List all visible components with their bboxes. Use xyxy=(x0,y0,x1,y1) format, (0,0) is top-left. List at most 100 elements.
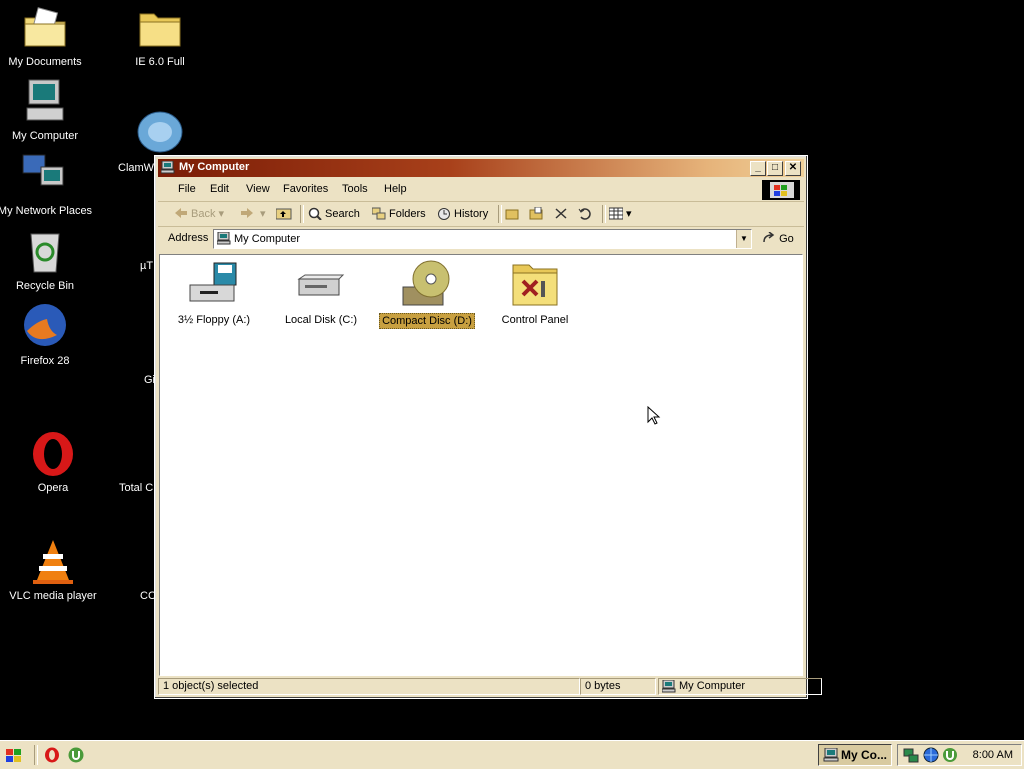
item-cd-drive[interactable]: Compact Disc (D:) xyxy=(377,259,477,329)
item-local-disk[interactable]: Local Disk (C:) xyxy=(271,259,371,327)
menu-edit[interactable]: Edit xyxy=(210,183,229,195)
history-button[interactable]: History xyxy=(437,207,488,220)
hard-disk-icon xyxy=(293,259,349,309)
go-button[interactable]: Go xyxy=(762,231,794,245)
desktop-icon-recycle-bin[interactable]: Recycle Bin xyxy=(0,228,93,292)
forward-button[interactable]: ▾ xyxy=(240,207,266,220)
address-bar: Address My Computer ▼ Go xyxy=(158,227,804,251)
search-button[interactable]: Search xyxy=(308,207,360,221)
menu-help[interactable]: Help xyxy=(384,183,407,195)
computer-icon xyxy=(21,78,69,126)
back-label: Back xyxy=(191,208,216,220)
tray-utorrent-icon[interactable] xyxy=(942,747,958,766)
delete-x-icon xyxy=(554,207,568,220)
menu-view[interactable]: View xyxy=(246,183,270,195)
status-selected: 1 object(s) selected xyxy=(158,678,580,695)
desktop-icon-label: VLC media player xyxy=(9,590,97,602)
back-button[interactable]: Back ▾ xyxy=(174,207,224,220)
window-title: My Computer xyxy=(179,161,250,173)
status-zone: My Computer xyxy=(658,678,822,695)
desktop-icon-label: Firefox 28 xyxy=(20,355,70,367)
up-folder-button[interactable] xyxy=(275,207,293,220)
undo-icon xyxy=(578,207,592,220)
status-bar: 1 object(s) selected 0 bytes My Computer xyxy=(158,676,822,695)
maximize-button[interactable]: □ xyxy=(767,161,783,176)
windows-flag-icon xyxy=(2,749,26,769)
quicklaunch-separator xyxy=(34,745,38,765)
computer-small-icon xyxy=(216,231,231,248)
address-field[interactable]: My Computer ▼ xyxy=(213,229,752,249)
history-label: History xyxy=(454,208,489,220)
taskbar-button-label: My Co... xyxy=(841,748,888,762)
computer-small-icon xyxy=(160,160,175,174)
undo-button[interactable] xyxy=(578,207,595,220)
vlc-cone-icon xyxy=(29,538,77,586)
menu-file[interactable]: File xyxy=(178,183,196,195)
status-zone-label: My Computer xyxy=(679,680,746,692)
go-label: Go xyxy=(779,233,794,245)
desktop-icon-label: IE 6.0 Full xyxy=(135,56,185,68)
file-view: 3½ Floppy (A:) Local Disk (C:) Compact D… xyxy=(159,254,803,676)
item-control-panel[interactable]: Control Panel xyxy=(485,259,585,327)
cd-drive-icon xyxy=(399,259,455,309)
computer-small-icon xyxy=(661,679,676,698)
copy-to-button[interactable] xyxy=(529,206,546,220)
views-button[interactable]: ▾ xyxy=(608,207,632,220)
delete-button[interactable] xyxy=(554,207,571,220)
taskbar-button-my-computer[interactable]: My Co... xyxy=(818,744,892,766)
desktop-icon-ie-full[interactable]: IE 6.0 Full xyxy=(112,4,208,68)
views-grid-icon xyxy=(608,207,624,220)
quicklaunch-opera-icon[interactable] xyxy=(44,747,60,766)
system-tray: 8:00 AM xyxy=(897,744,1022,766)
clock[interactable]: 8:00 AM xyxy=(973,749,1013,761)
toolbar: Back ▾ ▾ Search Folders History ▾ xyxy=(158,202,804,227)
item-floppy-drive[interactable]: 3½ Floppy (A:) xyxy=(164,259,264,327)
copy-to-icon xyxy=(529,206,543,220)
opera-icon xyxy=(29,430,77,478)
desktop-icon-label: My Network Places xyxy=(0,205,93,217)
menu-bar: File Edit View Favorites Tools Help xyxy=(158,179,804,202)
toolbar-separator xyxy=(300,205,304,223)
history-icon xyxy=(437,207,451,220)
folders-icon xyxy=(371,207,386,220)
address-label: Address xyxy=(168,232,209,244)
folders-button[interactable]: Folders xyxy=(371,207,426,220)
item-label: 3½ Floppy (A:) xyxy=(177,314,251,326)
menu-tools[interactable]: Tools xyxy=(342,183,368,195)
minimize-button[interactable]: _ xyxy=(750,161,766,176)
desktop-icon-vlc[interactable]: VLC media player xyxy=(5,538,101,602)
forward-arrow-icon xyxy=(240,207,254,220)
desktop-icon-firefox[interactable]: Firefox 28 xyxy=(0,303,93,367)
move-to-button[interactable] xyxy=(505,207,522,220)
taskbar: My Co... 8:00 AM xyxy=(0,740,1024,769)
go-arrow-icon xyxy=(762,231,776,245)
desktop-icon-my-computer[interactable]: My Computer xyxy=(0,78,93,142)
desktop-icon-label: My Documents xyxy=(8,56,82,68)
menu-favorites[interactable]: Favorites xyxy=(283,183,328,195)
windows-logo-icon xyxy=(762,180,800,200)
folder-icon xyxy=(136,4,184,52)
explorer-window: My Computer _ □ ✕ File Edit View Favorit… xyxy=(154,155,822,699)
quicklaunch-utorrent-icon[interactable] xyxy=(68,747,84,766)
desktop-icon-opera[interactable]: Opera xyxy=(5,430,101,494)
tray-globe-icon[interactable] xyxy=(923,747,939,766)
desktop-icon-my-documents[interactable]: My Documents xyxy=(0,4,93,68)
up-folder-icon xyxy=(275,207,292,220)
network-icon xyxy=(21,153,69,201)
desktop-icon-network-places[interactable]: My Network Places xyxy=(0,153,93,217)
title-bar[interactable]: My Computer _ □ ✕ xyxy=(158,159,804,177)
computer-small-icon xyxy=(823,747,839,765)
address-value: My Computer xyxy=(234,233,301,245)
desktop-icon-label: Opera xyxy=(37,482,69,494)
desktop-icon-label: Recycle Bin xyxy=(15,280,75,292)
close-button[interactable]: ✕ xyxy=(785,161,801,176)
control-panel-icon xyxy=(507,259,563,309)
tray-network-icon[interactable] xyxy=(903,747,919,766)
move-to-icon xyxy=(505,207,519,220)
folders-label: Folders xyxy=(389,208,426,220)
floppy-drive-icon xyxy=(186,259,242,309)
recycle-bin-icon xyxy=(21,228,69,276)
start-button[interactable] xyxy=(2,744,26,766)
address-dropdown-button[interactable]: ▼ xyxy=(736,230,751,248)
item-label: Compact Disc (D:) xyxy=(379,313,475,329)
